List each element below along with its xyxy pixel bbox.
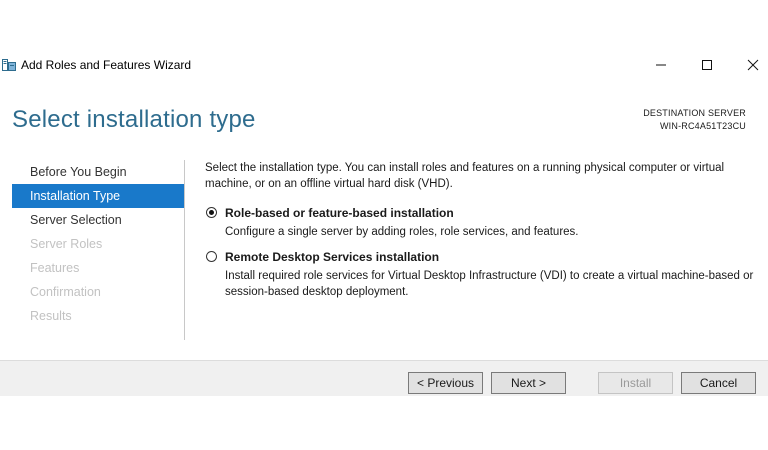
nav-step-confirmation: Confirmation xyxy=(30,285,101,299)
maximize-icon xyxy=(702,60,712,70)
option-remote-desktop[interactable]: Remote Desktop Services installation Ins… xyxy=(205,250,760,300)
nav-step-features: Features xyxy=(30,261,80,275)
close-button[interactable] xyxy=(741,54,765,76)
next-button[interactable]: Next > xyxy=(491,372,566,394)
server-manager-icon xyxy=(2,59,16,71)
minimize-icon xyxy=(656,64,666,66)
option-title[interactable]: Role-based or feature-based installation xyxy=(225,206,760,220)
wizard-footer: < Previous Next > Install Cancel xyxy=(0,360,768,396)
option-description: Configure a single server by adding role… xyxy=(225,226,579,238)
wizard-steps-nav: Before You Begin Installation Type Serve… xyxy=(12,160,184,328)
page-title: Select installation type xyxy=(12,106,256,133)
nav-step-server-roles: Server Roles xyxy=(30,237,103,251)
destination-server-label: DESTINATION SERVER xyxy=(643,108,746,118)
wizard-content: Select the installation type. You can in… xyxy=(205,160,760,300)
intro-text: Select the installation type. You can in… xyxy=(205,162,725,190)
nav-step-server-selection[interactable]: Server Selection xyxy=(12,208,184,232)
wizard-header: Select installation type DESTINATION SER… xyxy=(0,80,768,150)
install-button: Install xyxy=(598,372,673,394)
destination-server-name: WIN-RC4A51T23CU xyxy=(659,121,746,131)
cancel-button[interactable]: Cancel xyxy=(681,372,756,394)
option-title[interactable]: Remote Desktop Services installation xyxy=(225,250,760,264)
minimize-button[interactable] xyxy=(649,54,673,76)
option-description: Install required role services for Virtu… xyxy=(225,270,754,298)
window-title: Add Roles and Features Wizard xyxy=(21,58,192,72)
nav-divider xyxy=(184,160,185,340)
previous-button[interactable]: < Previous xyxy=(408,372,483,394)
nav-step-before-you-begin[interactable]: Before You Begin xyxy=(12,160,184,184)
maximize-button[interactable] xyxy=(695,54,719,76)
title-bar[interactable]: Add Roles and Features Wizard xyxy=(0,50,768,80)
close-icon xyxy=(747,59,759,71)
radio-role-based[interactable] xyxy=(206,207,217,218)
radio-remote-desktop[interactable] xyxy=(206,251,217,262)
nav-step-installation-type[interactable]: Installation Type xyxy=(12,184,184,208)
nav-step-results: Results xyxy=(30,309,72,323)
option-role-based[interactable]: Role-based or feature-based installation… xyxy=(205,206,760,240)
